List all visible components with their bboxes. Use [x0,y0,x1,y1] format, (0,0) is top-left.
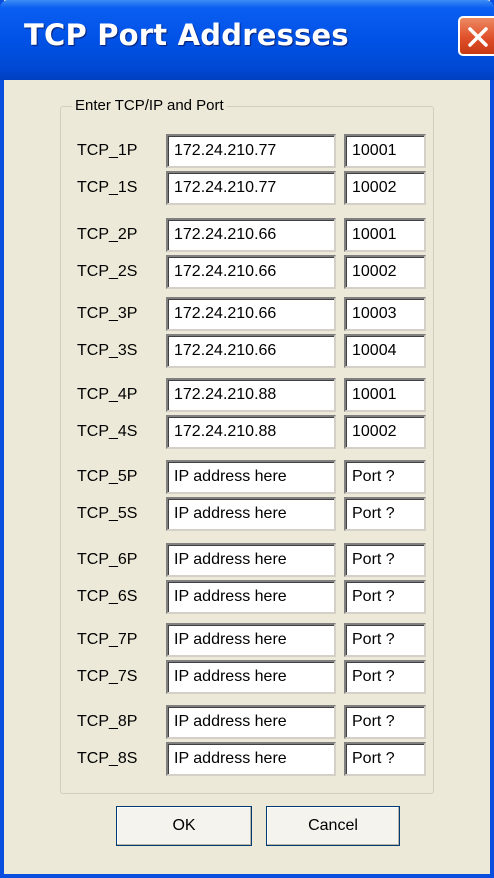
port-field[interactable]: 10002 [344,255,426,289]
window-title: TCP Port Addresses [24,18,349,52]
row-label: TCP_3P [77,305,138,322]
row-label: TCP_2S [77,263,138,280]
row-label: TCP_5S [77,505,138,522]
ip-address-field[interactable]: IP address here [166,623,336,657]
row-label: TCP_8S [77,750,138,767]
ip-address-field[interactable]: IP address here [166,742,336,776]
ip-address-field[interactable]: 172.24.210.66 [166,255,336,289]
row-label: TCP_5P [77,468,138,485]
ok-button[interactable]: OK [116,806,252,846]
port-field[interactable]: Port ? [344,543,426,577]
ip-address-field[interactable]: 172.24.210.88 [166,378,336,412]
port-field[interactable]: Port ? [344,742,426,776]
ip-address-field[interactable]: 172.24.210.77 [166,171,336,205]
port-field[interactable]: Port ? [344,660,426,694]
cancel-button[interactable]: Cancel [266,806,400,846]
port-field[interactable]: Port ? [344,580,426,614]
close-button[interactable] [458,16,494,56]
port-field[interactable]: 10001 [344,134,426,168]
close-icon [468,27,488,47]
ip-address-field[interactable]: IP address here [166,705,336,739]
ip-address-field[interactable]: IP address here [166,497,336,531]
port-field[interactable]: Port ? [344,623,426,657]
row-label: TCP_3S [77,342,138,359]
port-field[interactable]: 10002 [344,415,426,449]
ip-address-field[interactable]: IP address here [166,460,336,494]
port-field[interactable]: 10001 [344,378,426,412]
ip-address-field[interactable]: IP address here [166,660,336,694]
ip-address-field[interactable]: 172.24.210.66 [166,334,336,368]
port-field[interactable]: Port ? [344,460,426,494]
row-label: TCP_2P [77,226,138,243]
groupbox-label: Enter TCP/IP and Port [72,97,227,115]
port-field[interactable]: 10004 [344,334,426,368]
port-field[interactable]: Port ? [344,497,426,531]
title-bar[interactable]: TCP Port Addresses [0,0,494,80]
row-label: TCP_1P [77,142,138,159]
port-field[interactable]: 10003 [344,297,426,331]
row-label: TCP_1S [77,179,138,196]
port-field[interactable]: 10002 [344,171,426,205]
row-label: TCP_7P [77,631,138,648]
port-field[interactable]: 10001 [344,218,426,252]
ip-address-field[interactable]: IP address here [166,580,336,614]
row-label: TCP_7S [77,668,138,685]
ip-address-field[interactable]: IP address here [166,543,336,577]
row-label: TCP_8P [77,713,138,730]
ip-address-field[interactable]: 172.24.210.88 [166,415,336,449]
ip-address-field[interactable]: 172.24.210.66 [166,297,336,331]
port-field[interactable]: Port ? [344,705,426,739]
row-label: TCP_6S [77,588,138,605]
row-label: TCP_4P [77,386,138,403]
row-label: TCP_6P [77,551,138,568]
ip-address-field[interactable]: 172.24.210.66 [166,218,336,252]
ip-address-field[interactable]: 172.24.210.77 [166,134,336,168]
row-label: TCP_4S [77,423,138,440]
